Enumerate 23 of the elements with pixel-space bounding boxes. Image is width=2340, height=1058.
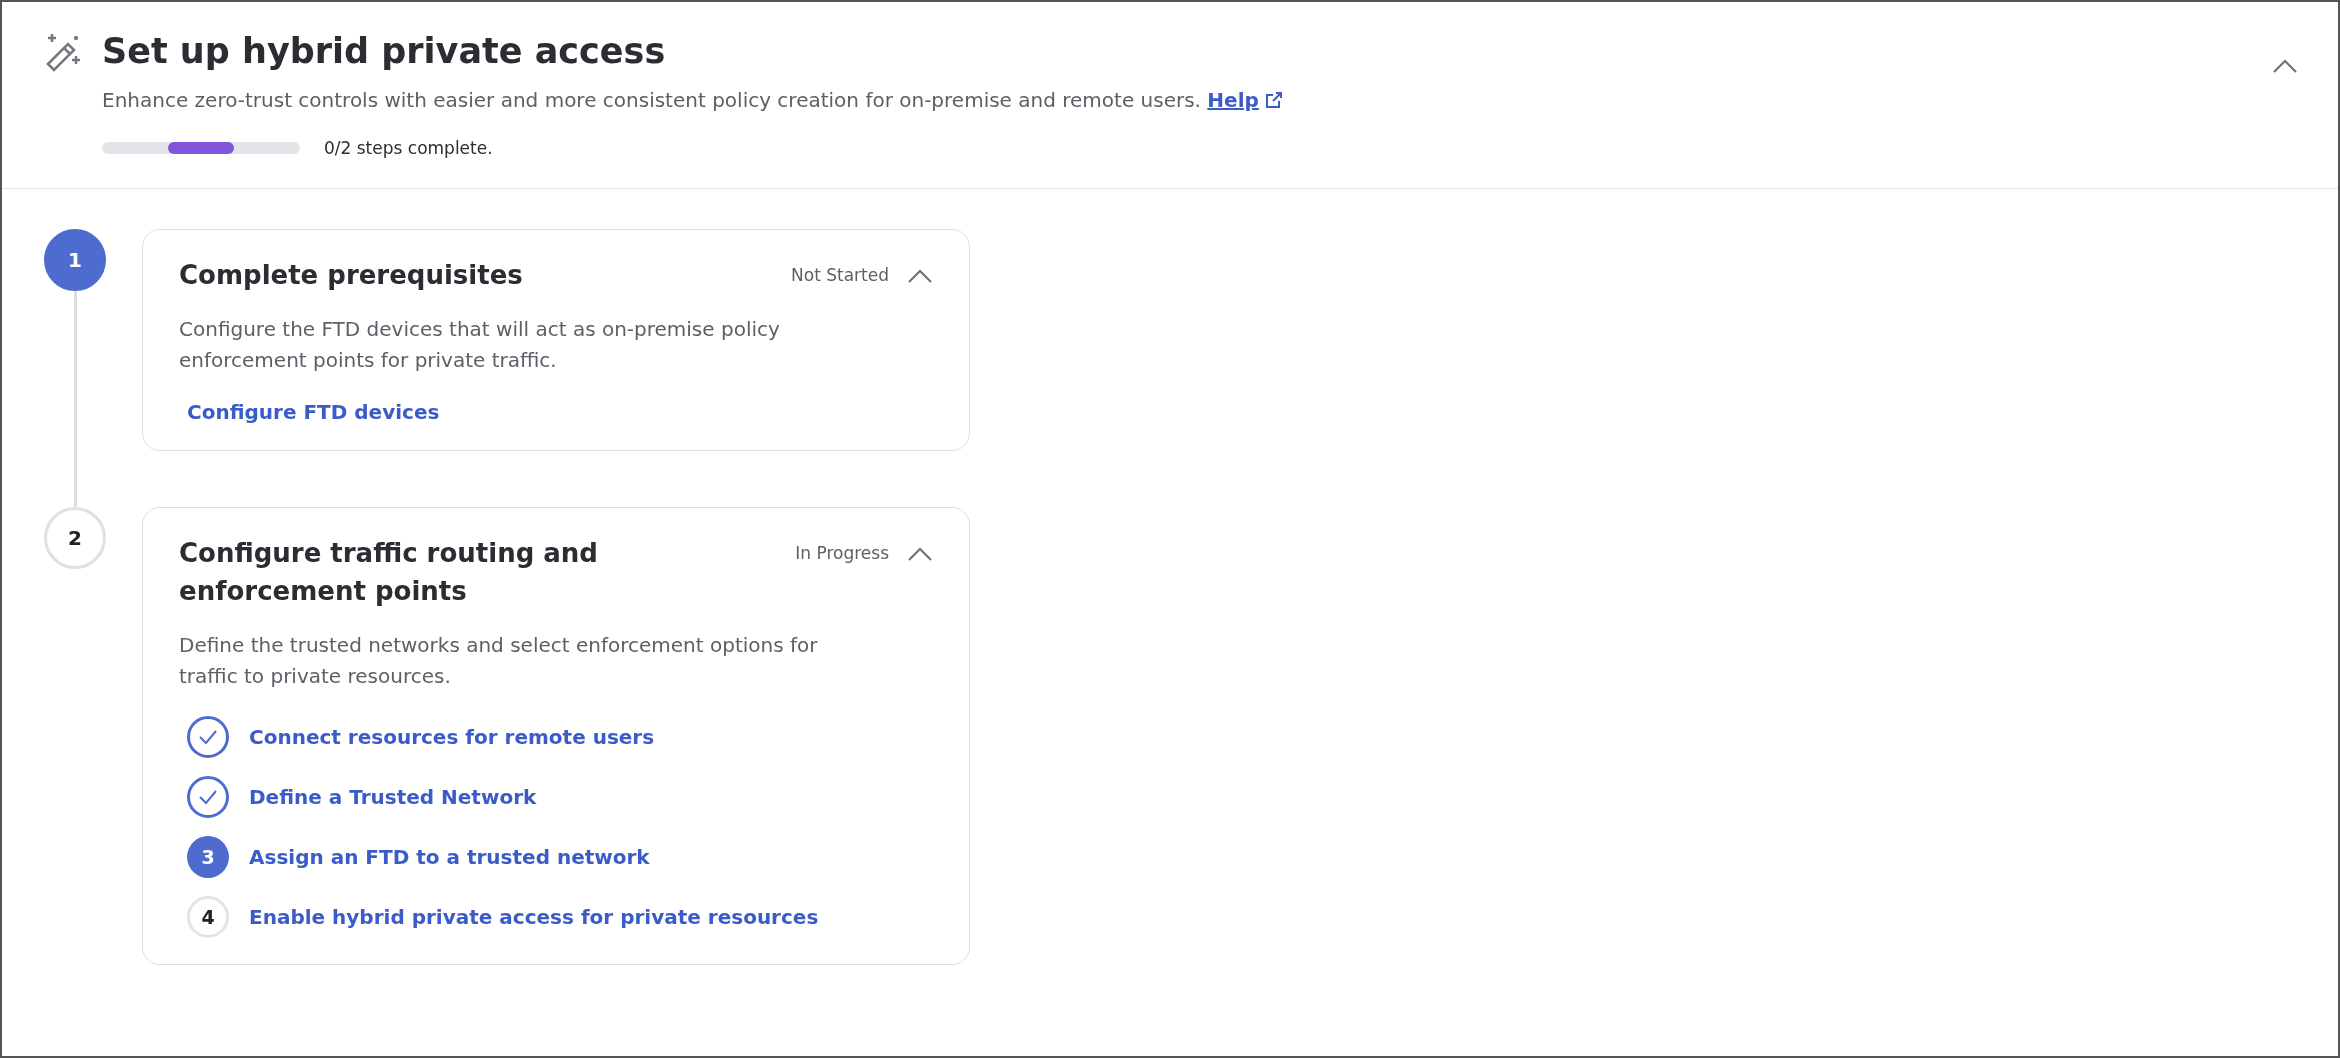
progress-text: 0/2 steps complete. bbox=[324, 138, 493, 158]
task-link[interactable]: Define a Trusted Network bbox=[249, 785, 537, 809]
step-number: 1 bbox=[44, 229, 106, 291]
step-title: Complete prerequisites bbox=[179, 259, 524, 292]
task-link[interactable]: Configure FTD devices bbox=[187, 400, 440, 424]
external-link-icon[interactable] bbox=[1264, 91, 1283, 109]
task-link[interactable]: Enable hybrid private access for private resources bbox=[249, 905, 819, 929]
collapse-icon[interactable] bbox=[2272, 58, 2298, 74]
task-link[interactable]: Connect resources for remote users bbox=[249, 725, 655, 749]
page-title: Set up hybrid private access bbox=[102, 30, 667, 73]
step-description: Configure the FTD devices that will act as on-premise policy enforcement points for private traffic. bbox=[179, 316, 781, 374]
task-link[interactable]: Assign an FTD to a trusted network bbox=[249, 845, 650, 869]
step-status: In Progress bbox=[795, 543, 889, 563]
step-number: 2 bbox=[44, 507, 106, 569]
step-number: 4 bbox=[187, 896, 229, 938]
page-description: Enhance zero-trust controls with easier and more consistent policy creation for on-premise and remote users. Help bbox=[102, 88, 2254, 112]
step-title: Configure traffic routing and enforcement points bbox=[179, 537, 599, 608]
step-number: 3 bbox=[187, 836, 229, 878]
collapse-icon[interactable] bbox=[907, 268, 933, 284]
help-link[interactable]: Help bbox=[1207, 88, 1283, 112]
collapse-icon[interactable] bbox=[907, 546, 933, 562]
step-description: Define the trusted networks and select enforcement options for traffic to private resources. bbox=[179, 632, 819, 690]
step-status: Not Started bbox=[791, 265, 889, 285]
